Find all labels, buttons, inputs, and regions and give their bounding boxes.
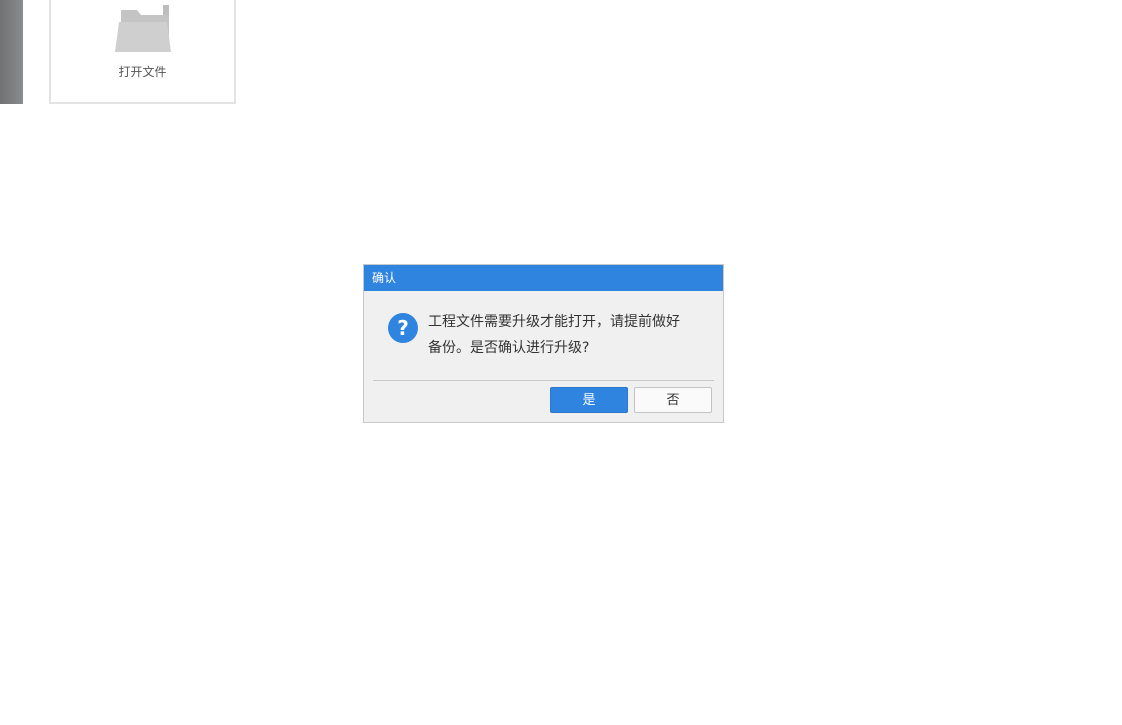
- open-file-card[interactable]: 打开文件: [49, 0, 236, 104]
- dialog-body: ? 工程文件需要升级才能打开，请提前做好 备份。是否确认进行升级?: [364, 291, 723, 380]
- dialog-message-line2: 备份。是否确认进行升级?: [428, 340, 590, 356]
- page: 打开文件 确认 ? 工程文件需要升级才能打开，请提前做好 备份。是否确认进行升级…: [0, 0, 1122, 725]
- side-strip: [0, 0, 23, 104]
- yes-button[interactable]: 是: [550, 387, 628, 413]
- folder-icon: [115, 5, 171, 52]
- svg-text:?: ?: [397, 316, 409, 340]
- dialog-footer: 是 否: [364, 381, 723, 422]
- confirm-dialog: 确认 ? 工程文件需要升级才能打开，请提前做好 备份。是否确认进行升级? 是 否: [363, 264, 724, 423]
- no-button[interactable]: 否: [634, 387, 712, 413]
- dialog-message-line1: 工程文件需要升级才能打开，请提前做好: [428, 314, 680, 330]
- open-file-label: 打开文件: [118, 65, 167, 79]
- dialog-message: 工程文件需要升级才能打开，请提前做好 备份。是否确认进行升级?: [428, 309, 698, 361]
- dialog-title: 确认: [364, 265, 723, 291]
- question-icon: ?: [388, 313, 418, 343]
